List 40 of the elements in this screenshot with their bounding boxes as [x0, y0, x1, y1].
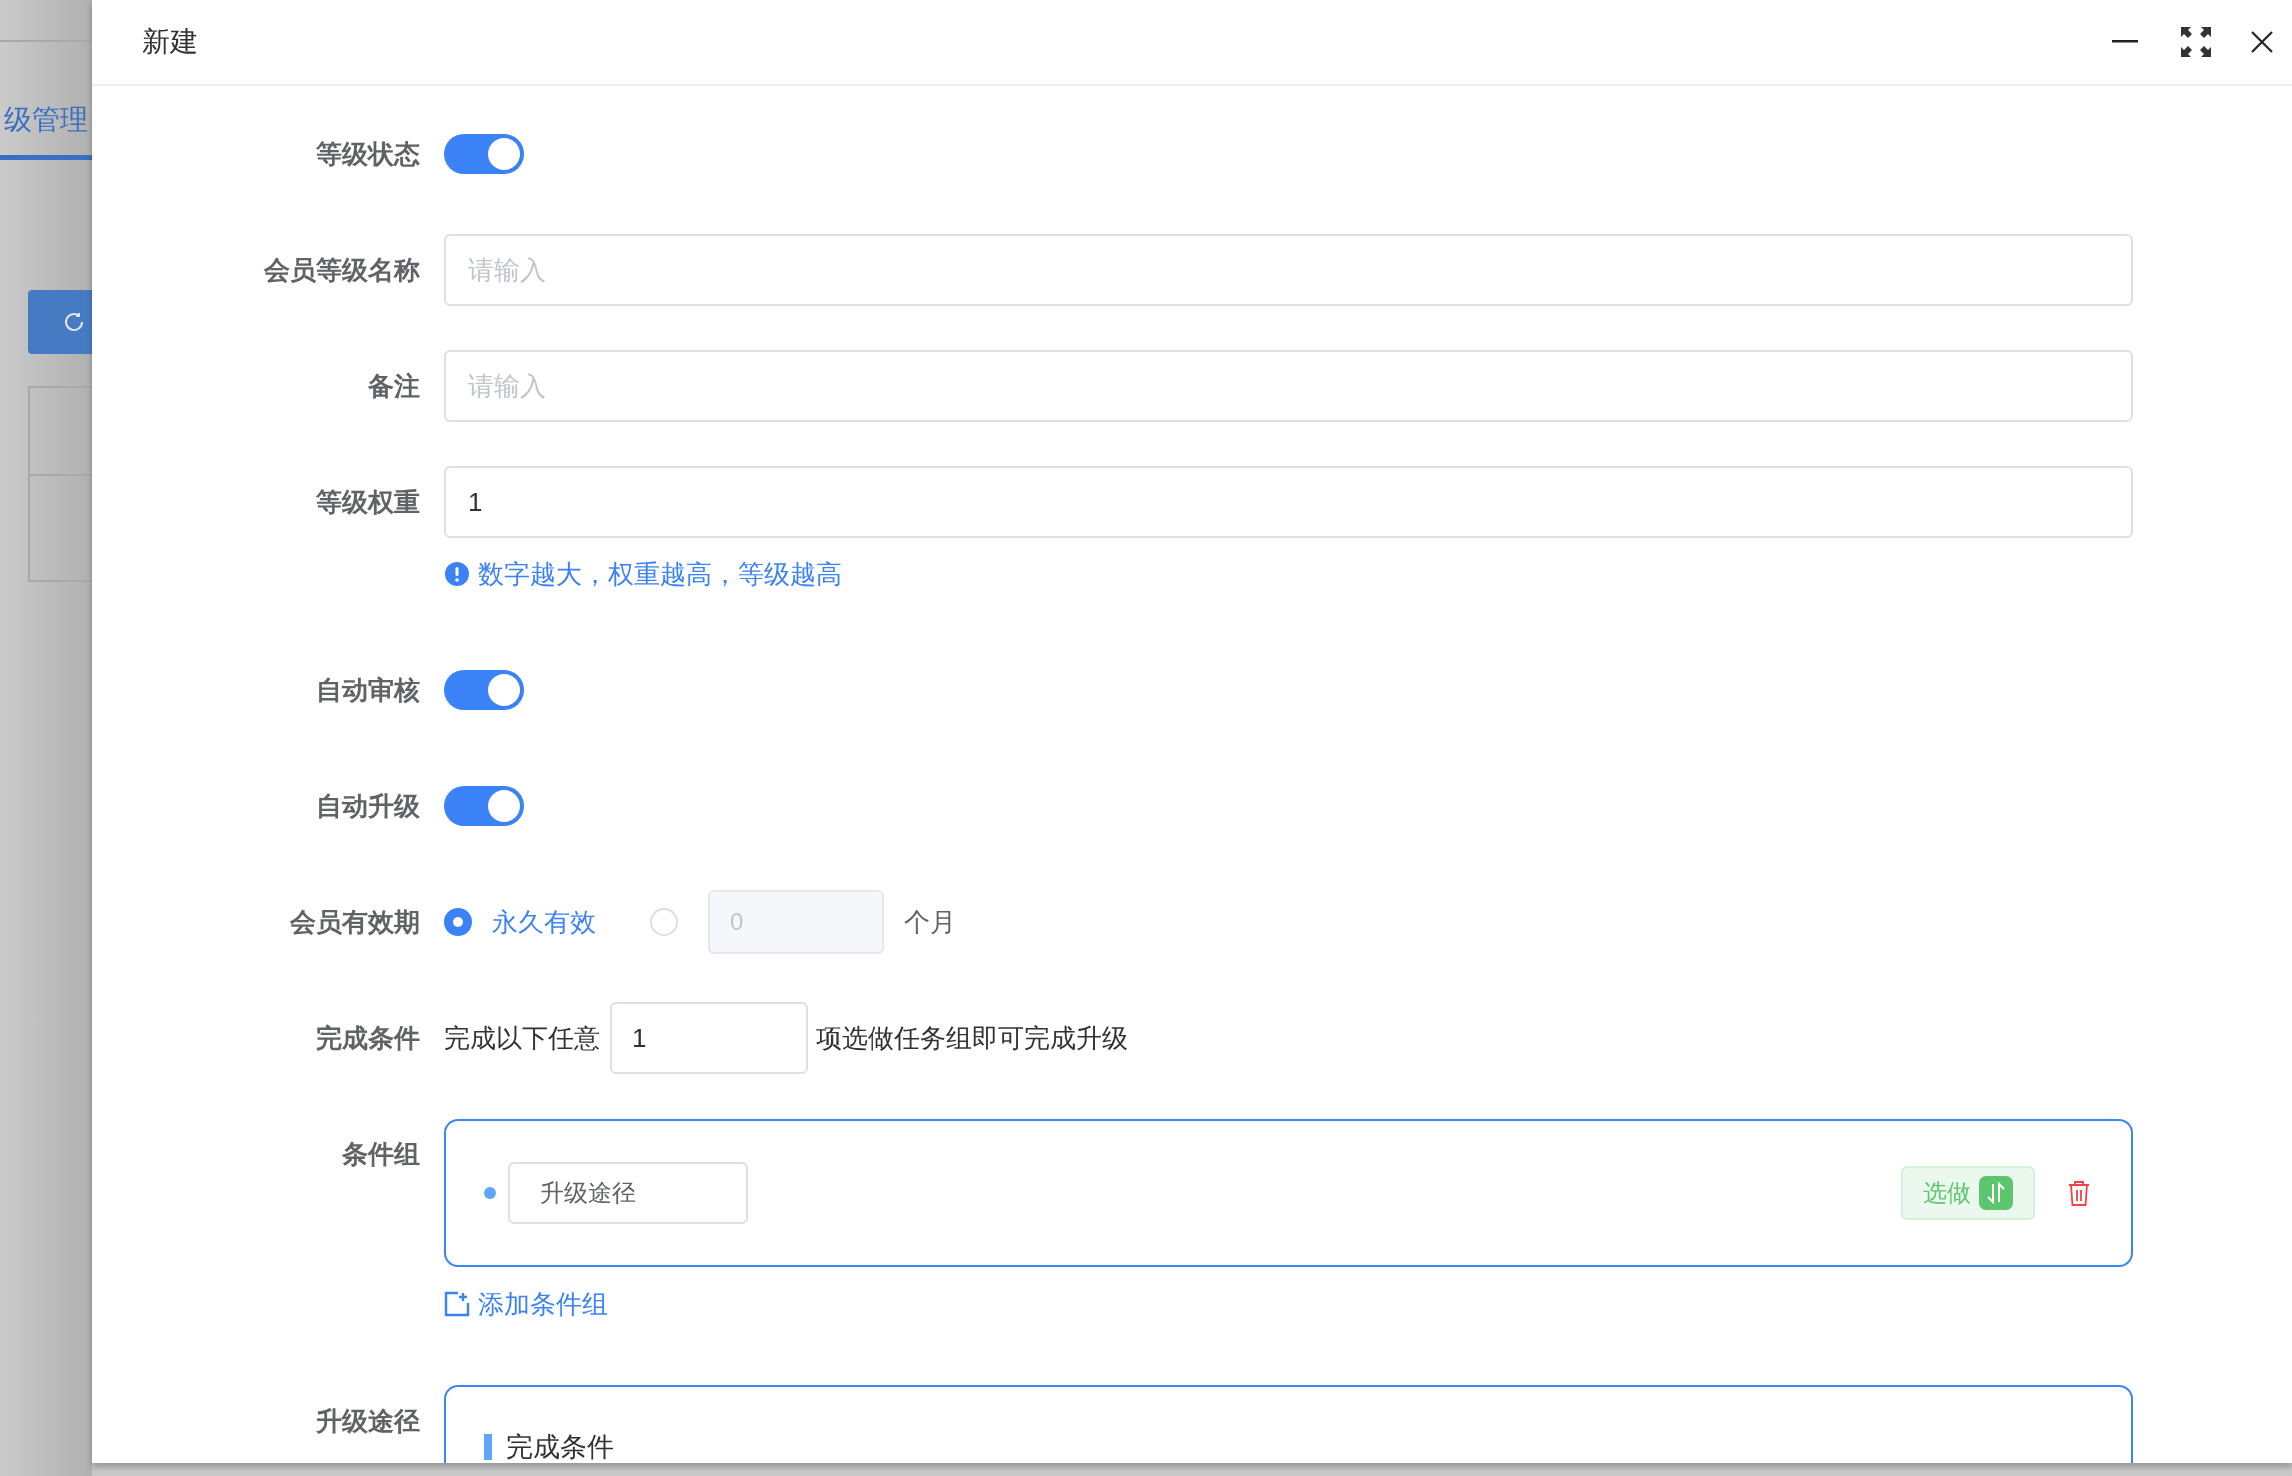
add-icon [444, 1291, 470, 1317]
dialog-title: 新建 [142, 25, 198, 59]
field-label: 升级途径 [316, 1404, 420, 1438]
swap-icon [1979, 1176, 2013, 1210]
text-input[interactable]: 请输入 [444, 234, 2133, 306]
section-title: 完成条件 [506, 1431, 614, 1463]
field-label: 自动审核 [316, 673, 420, 707]
condition-text: 项选做任务组即可完成升级 [816, 1021, 1128, 1055]
condition-text: 完成以下任意 [444, 1021, 600, 1055]
add-group-link[interactable]: 添加条件组 [444, 1284, 608, 1324]
field-label: 会员有效期 [290, 905, 420, 939]
radio-button[interactable] [444, 908, 472, 936]
fullscreen-icon[interactable] [2180, 26, 2212, 58]
trash-icon[interactable] [2067, 1179, 2091, 1207]
field-label: 等级权重 [316, 485, 420, 519]
tab-label[interactable]: 级管理 [4, 99, 88, 141]
radio-label[interactable]: 永久有效 [492, 902, 596, 942]
field-label: 备注 [368, 369, 420, 403]
toggle-switch[interactable] [444, 670, 524, 710]
text-input[interactable]: 请输入 [444, 350, 2133, 422]
toggle-switch[interactable] [444, 134, 524, 174]
field-label: 等级状态 [316, 137, 420, 171]
refresh-icon [62, 310, 86, 334]
close-icon[interactable] [2250, 30, 2274, 54]
optional-tag[interactable]: 选做 [1901, 1166, 2035, 1220]
refresh-button[interactable] [28, 290, 92, 354]
minimize-icon[interactable] [2112, 40, 2138, 44]
count-input[interactable]: 1 [610, 1002, 808, 1074]
field-label: 自动升级 [316, 789, 420, 823]
field-label: 完成条件 [316, 1021, 420, 1055]
section-marker-icon [484, 1434, 492, 1461]
hint-text: 数字越大，权重越高，等级越高 [478, 557, 842, 591]
toggle-switch[interactable] [444, 786, 524, 826]
text-input[interactable]: 1 [444, 466, 2133, 538]
unit-text: 个月 [904, 905, 956, 939]
field-label: 条件组 [342, 1137, 420, 1171]
bullet-icon [484, 1187, 496, 1199]
field-label: 会员等级名称 [264, 253, 420, 287]
group-name-field[interactable]: 升级途径 [508, 1162, 748, 1224]
info-icon [444, 561, 470, 587]
